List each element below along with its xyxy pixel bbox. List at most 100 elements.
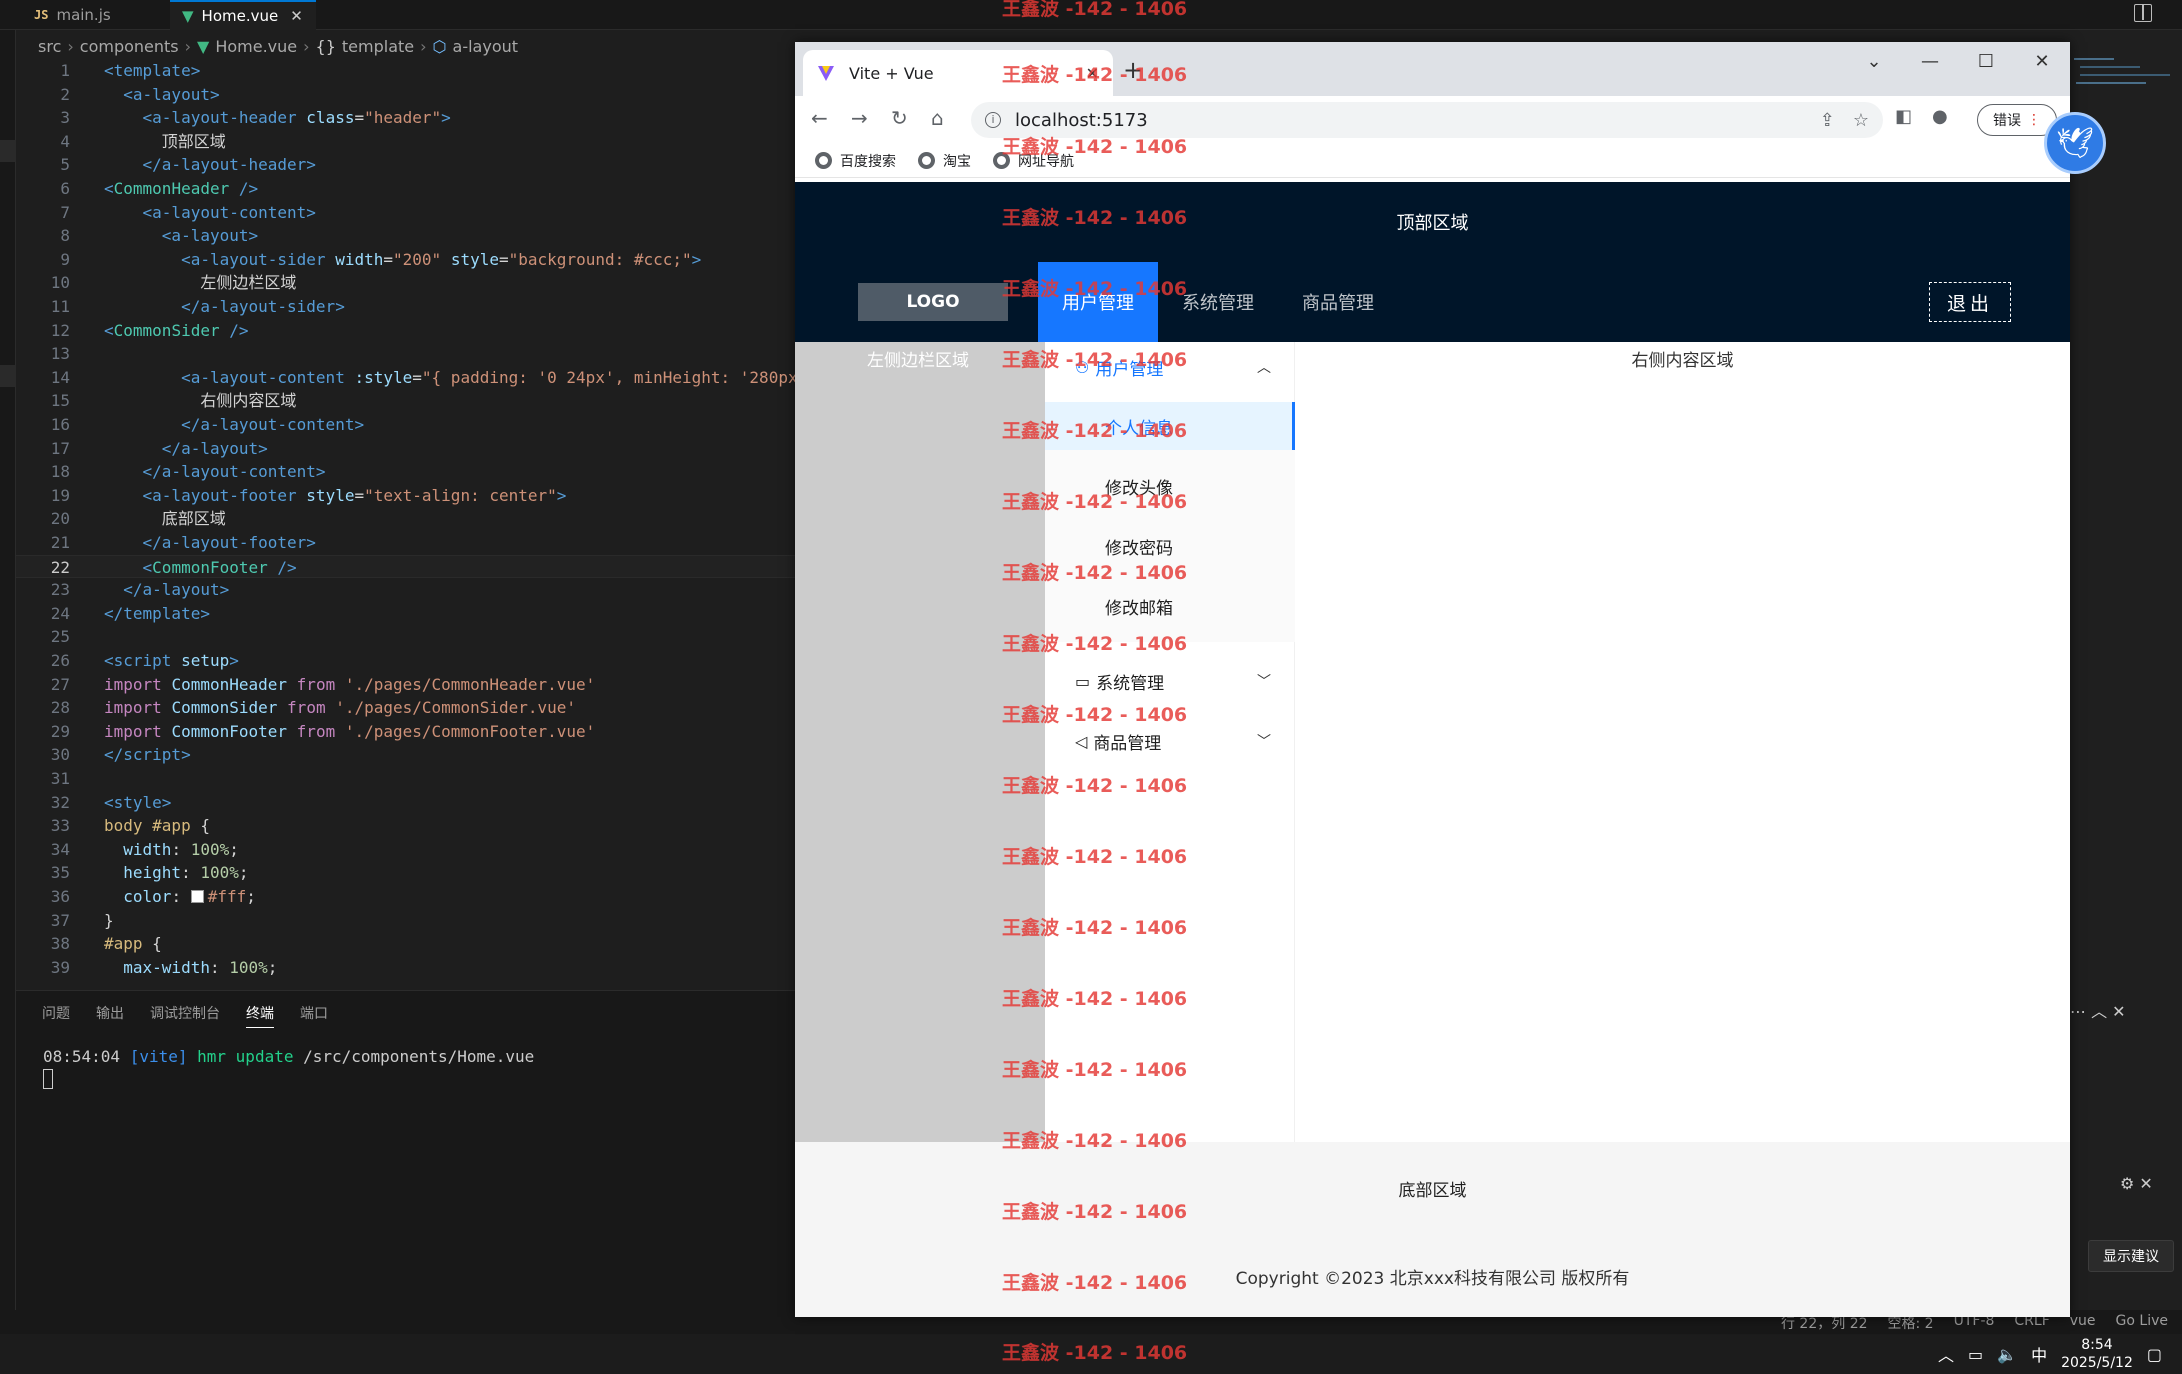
tab-main-js[interactable]: JS main.js (22, 0, 123, 30)
network-icon[interactable]: ▭ (1968, 1345, 1983, 1364)
minimap-line (2076, 82, 2146, 84)
ime-indicator[interactable]: 中 (2031, 1342, 2047, 1366)
panel-tabs: 问题 输出 调试控制台 终端 端口 (42, 1003, 328, 1028)
code-line: 28 import CommonSider from './pages/Commo… (50, 698, 577, 718)
submenu-personal-info[interactable]: 个人信息 (1045, 402, 1295, 450)
forward-icon[interactable]: → (851, 106, 868, 130)
top-nav: 用户管理 系统管理 商品管理 (1038, 262, 1398, 342)
minimize-icon[interactable]: — (1902, 42, 1958, 82)
code-line: 12 <CommonSider /> (50, 320, 249, 340)
floating-bird-widget[interactable]: 🕊 (2044, 112, 2106, 174)
code-line: 30 </script> (50, 745, 191, 765)
copyright: Copyright ©2023 北京xxx科技有限公司 版权所有 (1235, 1269, 1630, 1289)
side-panel-icon[interactable]: ◧ (1895, 106, 1912, 127)
window-controls: ⌄ — ☐ ✕ (1846, 42, 2070, 82)
code-line: 2 <a-layout> (60, 84, 220, 104)
info-icon[interactable]: i (985, 112, 1001, 128)
bookmark-baidu[interactable]: 百度搜索 (815, 151, 896, 171)
code-line: 3 <a-layout-header class="header"> (60, 108, 451, 128)
color-swatch[interactable] (190, 890, 204, 903)
chevron-right-icon: › (184, 36, 192, 56)
code-line: 35 height: 100%; (50, 863, 249, 883)
menu-user-management[interactable]: ⚇ 用户管理 ︿ (1045, 342, 1295, 392)
chevron-up-icon[interactable]: ︿ (1938, 1342, 1954, 1366)
tab-home-vue[interactable]: ▼ Home.vue ✕ (170, 0, 316, 30)
star-icon[interactable]: ☆ (1853, 110, 1869, 131)
code-line: 7 <a-layout-content> (60, 202, 316, 222)
tab-problems[interactable]: 问题 (42, 1003, 70, 1028)
breadcrumb-a-layout[interactable]: a-layout (453, 37, 519, 56)
code-line: 34 width: 100%; (50, 839, 239, 859)
tab-search-icon[interactable]: ⌄ (1846, 42, 1902, 82)
nav-goods-management[interactable]: 商品管理 (1278, 262, 1398, 342)
left-sider: 左侧边栏区域 (795, 342, 1045, 1142)
code-line: 9 <a-layout-sider width="200" style="bac… (60, 249, 702, 269)
code-line: 27 import CommonHeader from './pages/Comm… (50, 674, 596, 694)
back-icon[interactable]: ← (811, 106, 828, 130)
code-editor[interactable]: 1 <template> 2 <a-layout> 3 <a-layout-hea… (16, 59, 796, 984)
breadcrumb-file[interactable]: Home.vue (215, 37, 297, 56)
globe-icon (815, 152, 832, 169)
close-icon[interactable]: ✕ (290, 7, 303, 25)
submenu-change-avatar[interactable]: 修改头像 (1045, 462, 1295, 510)
reload-icon[interactable]: ↻ (891, 106, 908, 130)
clock[interactable]: 8:54 2025/5/12 (2061, 1336, 2133, 1372)
status-language[interactable]: vue (2070, 1313, 2096, 1333)
speaker-icon[interactable]: 🔈 (1997, 1345, 2017, 1364)
show-suggestions-button[interactable]: 显示建议 (2088, 1240, 2174, 1272)
browser-tab[interactable]: Vite + Vue ✕ (803, 50, 1113, 96)
chevron-right-icon: › (420, 36, 427, 56)
browser-tab-title: Vite + Vue (849, 63, 934, 83)
breadcrumb-template[interactable]: template (342, 37, 414, 56)
tab-ports[interactable]: 端口 (300, 1003, 328, 1028)
home-icon[interactable]: ⌂ (931, 106, 944, 130)
sider-label: 左侧边栏区域 (867, 351, 969, 371)
more-icon[interactable]: ⋯ ︿ ✕ (2070, 998, 2126, 1022)
url-text: localhost:5173 (1015, 109, 1148, 131)
tab-debug-console[interactable]: 调试控制台 (150, 1003, 220, 1028)
tab-output[interactable]: 输出 (96, 1003, 124, 1028)
bottom-panel: 问题 输出 调试控制台 终端 端口 08:54:04 [vite] hmr up… (16, 990, 796, 1310)
submenu-change-email[interactable]: 修改邮箱 (1045, 582, 1295, 630)
top-area: 顶部区域 (795, 182, 2070, 262)
new-tab-button[interactable]: + (1123, 56, 1143, 84)
split-editor-icon[interactable] (2134, 4, 2152, 22)
bookmark-taobao[interactable]: 淘宝 (918, 151, 971, 171)
nav-user-management[interactable]: 用户管理 (1038, 262, 1158, 342)
code-line: 16 </a-layout-content> (50, 415, 365, 434)
gear-icon[interactable]: ⚙ ✕ (2120, 1174, 2153, 1193)
menu-goods-management[interactable]: ◁ 商品管理 ﹀ (1045, 716, 1295, 766)
maximize-icon[interactable]: ☐ (1958, 42, 2014, 82)
breadcrumb-src[interactable]: src (38, 37, 61, 56)
user-icon: ⚇ (1075, 357, 1090, 377)
code-line-current: 22 <CommonFooter /> (16, 554, 796, 579)
bookmark-nav[interactable]: 网址导航 (993, 151, 1074, 171)
activity-marker (0, 140, 16, 162)
share-icon[interactable]: ⇪ (1820, 110, 1835, 131)
header: LOGO 用户管理 系统管理 商品管理 退出 (795, 262, 2070, 342)
submenu-change-password[interactable]: 修改密码 (1045, 522, 1295, 570)
chevron-right-icon: › (67, 36, 74, 56)
close-window-icon[interactable]: ✕ (2014, 42, 2070, 82)
profile-icon[interactable]: ● (1932, 106, 1948, 127)
code-line: 10 左侧边栏区域 (50, 273, 297, 293)
toolbar-icons: ◧ ● (1895, 106, 1948, 127)
browser-titlebar: Vite + Vue ✕ + ⌄ — ☐ ✕ (795, 42, 2070, 96)
menu-dots-icon: ⋮ (2027, 112, 2041, 128)
logout-button[interactable]: 退出 (1929, 282, 2011, 322)
notification-icon: ◁ (1075, 731, 1088, 751)
status-go-live[interactable]: Go Live (2116, 1313, 2168, 1333)
menu-system-management[interactable]: ▭ 系统管理 ﹀ (1045, 656, 1295, 706)
chevron-up-icon: ︿ (1257, 360, 1271, 376)
nav-system-management[interactable]: 系统管理 (1158, 262, 1278, 342)
code-line: 26 <script setup> (50, 651, 239, 670)
code-line: 21 </a-layout-footer> (50, 533, 316, 552)
breadcrumb-components[interactable]: components (80, 37, 179, 56)
code-line: 18 </a-layout-content> (50, 462, 326, 482)
notification-icon[interactable]: ▢ (2147, 1345, 2162, 1364)
code-line: 15 右侧内容区域 (50, 391, 297, 411)
address-bar[interactable]: i localhost:5173 ⇪ ☆ (971, 102, 1883, 138)
close-icon[interactable]: ✕ (1086, 64, 1099, 83)
terminal-output[interactable]: 08:54:04 [vite] hmr update /src/componen… (43, 1047, 534, 1066)
tab-terminal[interactable]: 终端 (246, 1003, 274, 1028)
